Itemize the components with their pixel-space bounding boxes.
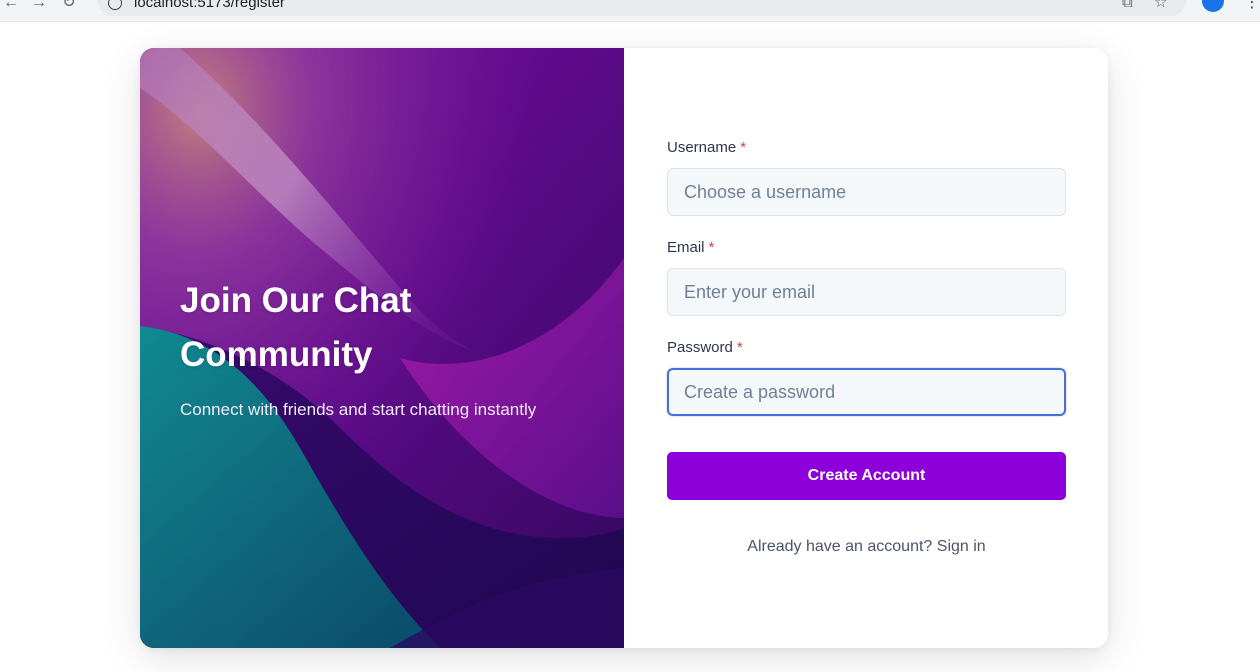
username-input[interactable]: [667, 168, 1066, 216]
address-bar[interactable]: localhost:5173/register: [98, 0, 1186, 16]
browser-toolbar: ← → ↻ localhost:5173/register ⧉ ☆ ⋮: [0, 0, 1260, 22]
address-bar-url[interactable]: localhost:5173/register: [134, 0, 285, 11]
password-label: Password *: [667, 339, 743, 356]
forward-arrow-icon[interactable]: →: [30, 0, 48, 12]
signin-prompt-text: Already have an account?: [747, 538, 933, 555]
profile-avatar[interactable]: [1202, 0, 1224, 12]
more-menu-icon[interactable]: ⋮: [1244, 0, 1260, 12]
register-card: Join Our Chat Community Connect with fri…: [140, 48, 1108, 648]
password-input[interactable]: [667, 368, 1066, 416]
signin-prompt: Already have an account? Sign in: [667, 538, 1066, 556]
translate-icon[interactable]: ⧉: [1122, 0, 1133, 12]
site-info-icon[interactable]: [108, 0, 122, 10]
hero-title: Join Our Chat Community: [180, 281, 412, 374]
register-form: Username* Email* Password* Create Accoun…: [624, 48, 1108, 648]
bookmark-star-icon[interactable]: ☆: [1154, 0, 1167, 12]
create-account-button[interactable]: Create Account: [667, 452, 1066, 500]
back-arrow-icon[interactable]: ←: [2, 0, 20, 12]
required-mark: *: [736, 339, 743, 356]
email-label: Email *: [667, 239, 715, 256]
required-mark: *: [740, 139, 747, 156]
signin-link[interactable]: Sign in: [937, 538, 986, 555]
hero-subtitle: Connect with friends and start chatting …: [180, 400, 537, 419]
email-input[interactable]: [667, 268, 1066, 316]
hero-panel: Join Our Chat Community Connect with fri…: [140, 48, 624, 648]
reload-icon[interactable]: ↻: [60, 0, 78, 12]
username-label: Username *: [667, 139, 747, 156]
required-mark: *: [708, 239, 715, 256]
